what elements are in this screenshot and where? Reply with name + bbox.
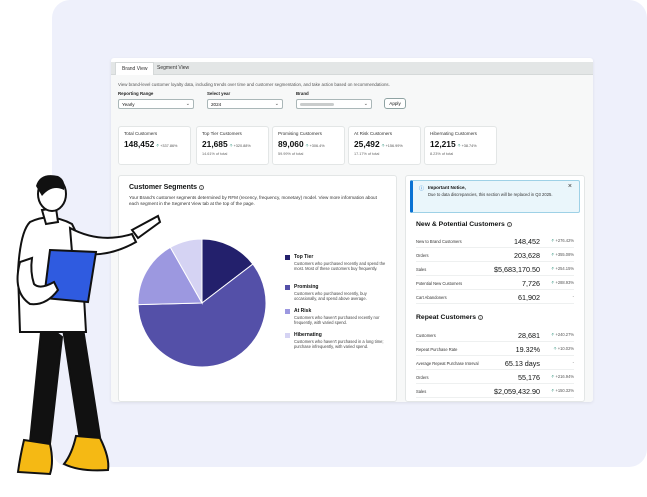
- tab-brand-view[interactable]: Brand View: [115, 62, 155, 75]
- info-icon[interactable]: i: [199, 184, 205, 190]
- promising-card: Promising Customers 89,060 🡡 +306.4% 59.9…: [272, 126, 345, 165]
- arrow-up-icon: 🡡: [381, 143, 385, 148]
- legend-name: Top Tier: [294, 254, 314, 260]
- card-title: Total Customers: [124, 131, 158, 136]
- legend-swatch: [285, 255, 290, 260]
- card-share: 14.61% of total: [202, 152, 228, 156]
- arrow-up-icon: 🡡: [457, 143, 461, 148]
- arrow-up-icon: 🡡: [551, 374, 555, 379]
- metric-row: Repeat Purchase Rate 19.32% 🡡 +10.02%: [416, 345, 574, 356]
- at-risk-card: At Risk Customers 25,492 🡡 +156.99% 17.17…: [348, 126, 421, 165]
- card-share: 17.17% of total: [354, 152, 380, 156]
- metric-row: Orders 203,628 🡡 +355.08%: [416, 251, 574, 262]
- repeat-customers-title: Repeat Customers i: [416, 314, 484, 321]
- year-select[interactable]: 2024 ⌄: [207, 99, 283, 109]
- legend-name: Promising: [294, 284, 319, 290]
- reporting-range-value: Yearly: [122, 102, 135, 107]
- close-icon[interactable]: ×: [568, 183, 572, 190]
- chevron-down-icon: ⌄: [185, 101, 190, 107]
- card-value: 12,215: [430, 139, 456, 149]
- metric-row: New to Brand Customers 148,452 🡡 +276.42%: [416, 237, 574, 248]
- metric-row: Average Repeat Purchase Interval 65.13 da…: [416, 359, 574, 370]
- year-value: 2024: [211, 102, 222, 107]
- legend-desc: Customers who haven't purchased in a lon…: [294, 339, 384, 350]
- metric-row: Sales $5,683,170.50 🡡 +254.15%: [416, 265, 574, 276]
- legend-desc: Customers who haven't purchased recently…: [294, 315, 380, 326]
- card-value: 25,492: [354, 139, 380, 149]
- arrow-up-icon: 🡡: [551, 332, 555, 337]
- top-tier-card: Top Tier Customers 21,685 🡡 +320.88% 14.6…: [196, 126, 269, 165]
- card-delta: +320.88%: [233, 144, 251, 148]
- card-value: 148,452: [124, 139, 155, 149]
- legend-name: At Risk: [294, 308, 312, 314]
- legend-desc: Customers who purchased recently and spe…: [294, 261, 386, 272]
- legend-swatch: [285, 285, 290, 290]
- legend-swatch: [285, 333, 290, 338]
- metric-row: Cart Abandoners 61,902-: [416, 293, 574, 304]
- card-title: Top Tier Customers: [202, 131, 242, 136]
- card-value: 21,685: [202, 139, 228, 149]
- card-delta: +38.74%: [461, 144, 477, 148]
- chevron-down-icon: ⌄: [274, 101, 279, 107]
- card-delta: +156.99%: [385, 144, 403, 148]
- brand-label: Brand: [296, 91, 309, 96]
- legend-name: Hibernating: [294, 332, 322, 338]
- tab-bar: Brand View Segment View: [111, 62, 593, 75]
- tab-segment-view[interactable]: Segment View: [151, 62, 195, 75]
- metric-row: Sales $2,059,432.90 🡡 +150.32%: [416, 387, 574, 398]
- metric-row: Potential New Customers 7,726 🡡 +288.93%: [416, 279, 574, 290]
- page-description: View brand-level customer loyalty data, …: [118, 82, 390, 87]
- person-pointing-illustration: [16, 175, 162, 476]
- card-delta: +306.4%: [309, 144, 325, 148]
- hibernating-card: Hibernating Customers 12,215 🡡 +38.74% 8.…: [424, 126, 497, 165]
- arrow-up-icon: 🡡: [551, 238, 555, 243]
- brand-value-redacted: [300, 103, 334, 106]
- arrow-up-icon: 🡡: [156, 143, 160, 148]
- arrow-up-icon: 🡡: [229, 143, 233, 148]
- notice-body: Due to data discrepancies, this section …: [428, 192, 553, 197]
- select-year-label: Select year: [207, 91, 231, 96]
- chevron-down-icon: ⌄: [363, 101, 368, 107]
- card-delta: +337.86%: [160, 144, 178, 148]
- arrow-up-icon: 🡡: [551, 388, 555, 393]
- card-title: At Risk Customers: [354, 131, 393, 136]
- card-title: Hibernating Customers: [430, 131, 477, 136]
- metric-row: Orders 55,176 🡡 +216.94%: [416, 373, 574, 384]
- metric-row: Customers 28,681 🡡 +240.27%: [416, 331, 574, 342]
- brand-select[interactable]: ⌄: [296, 99, 372, 109]
- metrics-column: ⓘ Important Notice, Due to data discrepa…: [405, 175, 585, 402]
- apply-button[interactable]: Apply: [384, 98, 406, 109]
- card-title: Promising Customers: [278, 131, 322, 136]
- app-window: Brand View Segment View View brand-level…: [111, 58, 593, 402]
- total-customers-card: Total Customers 148,452 🡡 +337.86%: [118, 126, 191, 165]
- info-icon[interactable]: i: [478, 314, 484, 320]
- main-content: View brand-level customer loyalty data, …: [111, 75, 593, 402]
- card-value: 89,060: [278, 139, 304, 149]
- card-share: 8.23% of total: [430, 152, 454, 156]
- legend-desc: Customers who purchased recently, buy oc…: [294, 291, 367, 302]
- reporting-range-label: Reporting Range: [118, 91, 154, 96]
- notice-title: Important Notice,: [428, 185, 466, 190]
- arrow-up-icon: 🡡: [305, 143, 309, 148]
- info-circle-icon: ⓘ: [419, 186, 425, 192]
- arrow-up-icon: 🡡: [551, 266, 555, 271]
- legend-swatch: [285, 309, 290, 314]
- card-share: 59.99% of total: [278, 152, 304, 156]
- arrow-up-icon: 🡡: [553, 346, 557, 351]
- arrow-up-icon: 🡡: [551, 280, 555, 285]
- arrow-up-icon: 🡡: [551, 252, 555, 257]
- new-potential-title: New & Potential Customers i: [416, 221, 512, 228]
- reporting-range-select[interactable]: Yearly ⌄: [118, 99, 194, 109]
- info-icon[interactable]: i: [506, 221, 512, 227]
- important-notice: ⓘ Important Notice, Due to data discrepa…: [410, 180, 580, 213]
